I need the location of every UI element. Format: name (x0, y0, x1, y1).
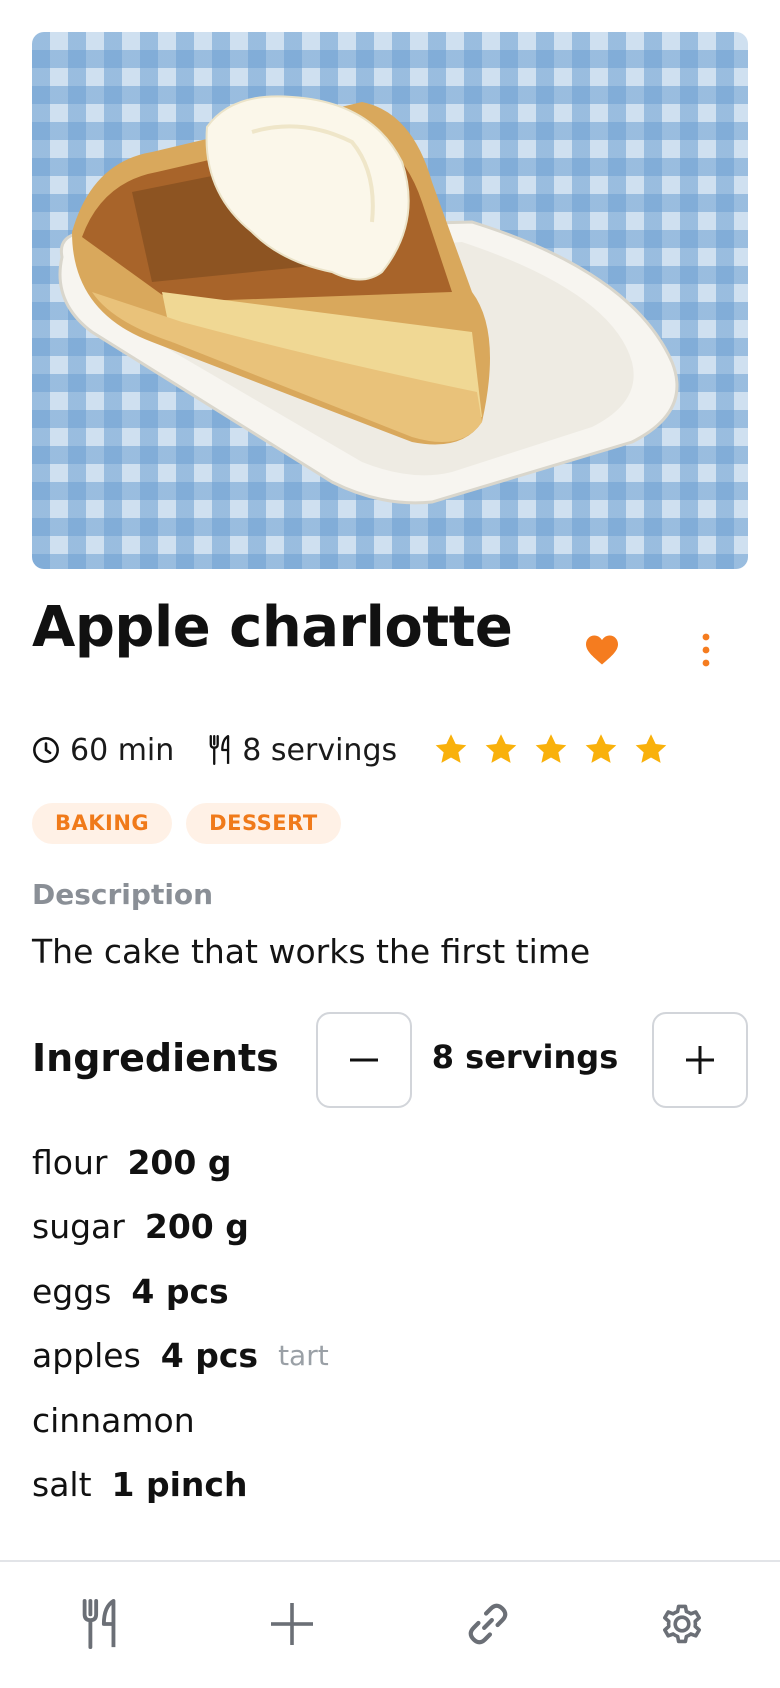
apple-charlotte-image (58, 95, 679, 505)
bottom-navigation (0, 1560, 780, 1688)
ingredient-quantity: 4 pcs (131, 1271, 229, 1311)
star-icon (635, 734, 667, 763)
plus-icon (686, 1046, 714, 1074)
star-icon (535, 734, 567, 763)
increase-servings-button[interactable] (652, 1012, 748, 1108)
clock-icon (33, 737, 59, 763)
tag-dessert[interactable]: DESSERT (186, 803, 341, 845)
nav-settings-button[interactable] (652, 1592, 712, 1656)
description-text: The cake that works the first time (32, 932, 591, 971)
ingredient-name: apples (32, 1336, 141, 1376)
star-icon (485, 734, 517, 763)
servings-count: 8 servings (431, 1038, 619, 1076)
ingredient-quantity: 4 pcs (160, 1336, 259, 1376)
cook-time: 60 min (32, 733, 174, 768)
ingredient-row: flour 200 g (32, 1130, 329, 1195)
minus-icon (350, 1058, 378, 1062)
ingredient-name: flour (32, 1142, 108, 1182)
more-vertical-icon (702, 633, 710, 667)
link-icon (468, 1603, 508, 1645)
decrease-servings-button[interactable] (316, 1012, 412, 1108)
ingredient-row: eggs 4 pcs (32, 1259, 329, 1324)
recipe-title: Apple charlotte (32, 595, 513, 660)
tag-list: BAKING DESSERT (32, 803, 341, 845)
ingredient-row: salt 1 pinch (32, 1453, 329, 1518)
star-icon (435, 734, 467, 763)
ingredient-row: cinnamon (32, 1388, 329, 1453)
servings-value: 8 servings (242, 732, 398, 768)
heart-icon (586, 635, 618, 665)
ingredient-name: eggs (32, 1271, 112, 1311)
gear-icon (663, 1604, 701, 1644)
nav-add-button[interactable] (262, 1592, 322, 1656)
ingredient-name: cinnamon (32, 1400, 195, 1440)
servings-info: 8 servings (208, 733, 397, 768)
ingredient-quantity: 1 pinch (111, 1465, 248, 1505)
ingredient-note: tart (278, 1339, 329, 1373)
star-icon (585, 734, 617, 763)
favorite-button[interactable] (582, 630, 622, 670)
ingredient-row: apples 4 pcs tart (32, 1324, 329, 1389)
ingredient-quantity: 200 g (144, 1207, 249, 1247)
tag-baking[interactable]: BAKING (32, 803, 173, 845)
nav-import-link-button[interactable] (458, 1592, 518, 1656)
ingredient-row: sugar 200 g (32, 1195, 329, 1260)
nav-recipes-button[interactable] (70, 1592, 130, 1656)
plus-icon (271, 1603, 313, 1645)
cook-time-value: 60 min (70, 732, 175, 768)
ingredient-list: flour 200 g sugar 200 g eggs 4 pcs apple… (32, 1130, 329, 1517)
description-label: Description (32, 878, 214, 911)
more-options-button[interactable] (686, 628, 726, 672)
recipe-photo (32, 32, 748, 569)
ingredient-name: sugar (32, 1207, 125, 1247)
ingredients-title: Ingredients (32, 1036, 279, 1080)
recipe-meta: 60 min 8 servings (32, 728, 679, 772)
ingredient-quantity: 200 g (127, 1142, 232, 1182)
fork-knife-icon (82, 1599, 116, 1649)
ingredient-name: salt (32, 1465, 92, 1505)
rating-stars (433, 732, 679, 768)
fork-knife-icon (209, 735, 230, 765)
